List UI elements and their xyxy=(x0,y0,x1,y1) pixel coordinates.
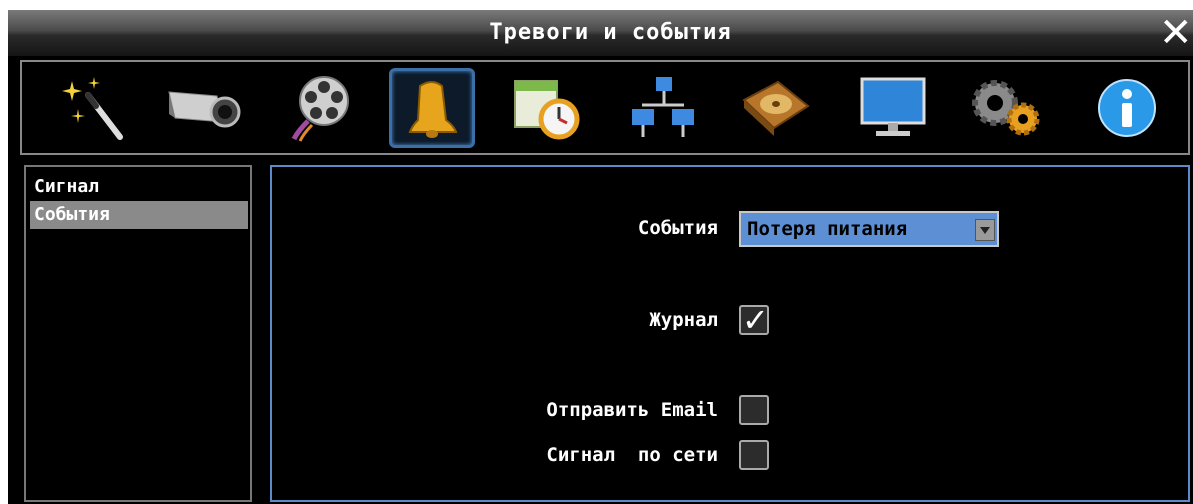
toolbar-network[interactable] xyxy=(620,68,706,148)
log-label: Журнал xyxy=(649,309,718,331)
events-select[interactable]: Потеря питания xyxy=(739,211,999,247)
sidebar: Сигнал События xyxy=(24,165,252,502)
window-title: Тревоги и события xyxy=(489,20,732,45)
toolbar-schedule[interactable] xyxy=(504,68,590,148)
gears-icon xyxy=(972,80,1040,136)
toolbar-display[interactable] xyxy=(850,68,936,148)
toolbar-alarm[interactable] xyxy=(389,68,475,148)
bell-icon xyxy=(408,81,458,138)
events-select-value: Потеря питания xyxy=(747,218,908,240)
close-icon[interactable]: ✕ xyxy=(1159,13,1193,53)
title-bar: Тревоги и события ✕ xyxy=(8,10,1193,56)
events-label: События xyxy=(637,217,718,239)
toolbar-camera[interactable] xyxy=(162,68,248,148)
toolbar-storage[interactable] xyxy=(732,68,818,148)
send-email-label: Отправить Email xyxy=(546,399,718,421)
toolbar-record[interactable] xyxy=(280,68,366,148)
hard-disk-icon xyxy=(742,80,810,136)
calendar-clock-icon xyxy=(514,80,580,140)
info-icon xyxy=(1098,79,1156,137)
toolbar-system[interactable] xyxy=(962,68,1048,148)
film-reel-icon xyxy=(291,76,349,142)
sidebar-item-events[interactable]: События xyxy=(30,201,248,229)
net-alarm-label: Сигнал по сети xyxy=(546,444,718,466)
main-toolbar xyxy=(20,60,1190,155)
magic-wand-icon xyxy=(62,77,123,140)
checkmark-icon: ✓ xyxy=(742,301,769,339)
send-email-checkbox[interactable] xyxy=(739,395,769,425)
chevron-down-icon[interactable] xyxy=(975,219,995,241)
network-icon xyxy=(632,77,694,137)
toolbar-wizard[interactable] xyxy=(50,68,136,148)
monitor-icon xyxy=(860,77,926,136)
camera-icon xyxy=(168,91,241,128)
log-checkbox[interactable]: ✓ xyxy=(739,301,769,339)
net-alarm-checkbox[interactable] xyxy=(739,440,769,470)
toolbar-info[interactable] xyxy=(1084,68,1170,148)
settings-panel: События Потеря питания Журнал ✓ Отправит… xyxy=(270,165,1190,502)
sidebar-item-signal[interactable]: Сигнал xyxy=(30,173,248,201)
